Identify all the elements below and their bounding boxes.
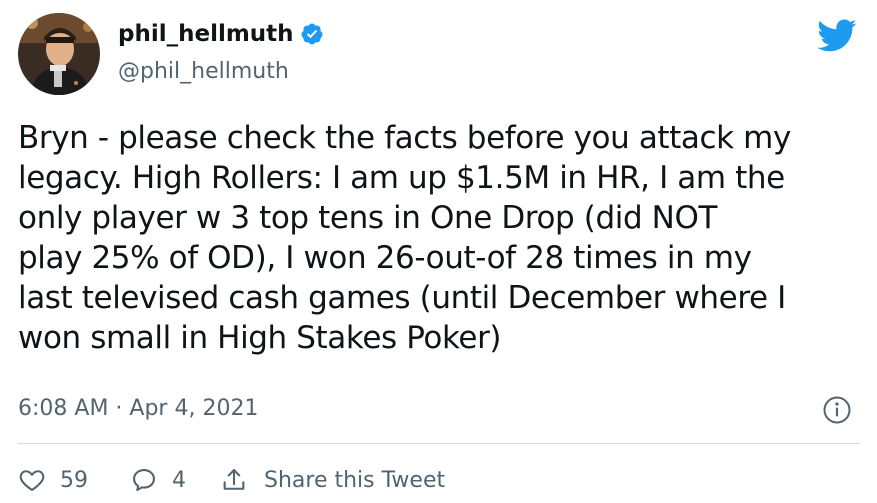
avatar-photo [18,13,100,95]
tweet-text-line: only player w 3 top tens in One Drop (di… [18,200,718,236]
tweet-timestamp[interactable]: 6:08 AM · Apr 4, 2021 [18,393,258,425]
tweet-text-line: legacy. High Rollers: I am up $1.5M in H… [18,160,785,196]
verified-badge-icon [300,22,324,46]
reply-button[interactable]: 4 [130,466,186,494]
like-count: 59 [60,467,88,493]
speech-bubble-icon [133,469,155,492]
tweet-text-line: last televised cash games (until Decembe… [18,280,786,316]
share-label: Share this Tweet [264,467,446,493]
avatar[interactable] [18,13,100,95]
tweet-text-line: play 25% of OD), I won 26-out-of 28 time… [18,240,752,276]
heart-icon [19,470,45,491]
display-name-row[interactable]: phil_hellmuth [118,20,324,48]
display-name[interactable]: phil_hellmuth [118,20,294,48]
user-handle[interactable]: @phil_hellmuth [118,58,289,86]
share-upload-icon [223,469,245,490]
divider [18,443,860,444]
reply-count: 4 [172,467,186,493]
tweet-text: Bryn - please check the facts before you… [18,118,868,358]
tweet-text-line: won small in High Stakes Poker) [18,320,502,356]
twitter-bird-icon[interactable] [814,15,860,55]
share-button[interactable]: Share this Tweet [220,466,445,494]
like-button[interactable]: 59 [18,466,88,494]
info-icon[interactable] [822,395,852,425]
tweet-actions: 59 4 Share this Tweet [18,462,445,498]
tweet-text-line: Bryn - please check the facts before you… [18,120,791,156]
